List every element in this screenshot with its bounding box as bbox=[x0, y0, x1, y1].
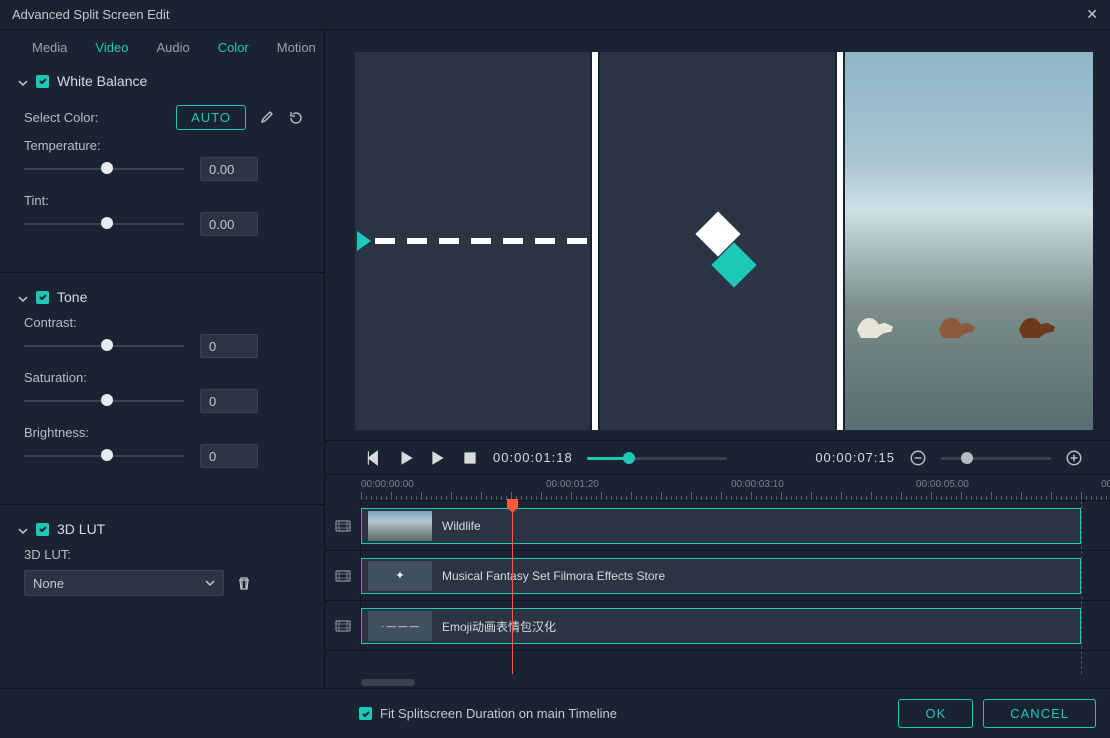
temperature-slider[interactable] bbox=[24, 161, 184, 177]
clip-label: Wildlife bbox=[442, 519, 481, 533]
brightness-label: Brightness: bbox=[24, 425, 306, 440]
checkbox-fit-duration[interactable] bbox=[359, 707, 372, 720]
contrast-input[interactable] bbox=[200, 334, 258, 358]
pane-divider[interactable] bbox=[592, 52, 598, 430]
clip-label: Emoji动画表情包汉化 bbox=[442, 618, 556, 635]
timeline-clip[interactable]: Wildlife bbox=[361, 508, 1081, 544]
ruler-label: 00:00:03:10 bbox=[731, 479, 784, 490]
play-button[interactable] bbox=[397, 449, 415, 467]
lut-field-label: 3D LUT: bbox=[24, 547, 306, 562]
select-color-label: Select Color: bbox=[24, 110, 98, 125]
chevron-down-icon bbox=[18, 524, 28, 534]
ok-button[interactable]: OK bbox=[898, 699, 973, 728]
tint-input[interactable] bbox=[200, 212, 258, 236]
lut-dropdown[interactable]: None bbox=[24, 570, 224, 596]
timeline: 00:00:00:00 00:00:01:20 00:00:03:10 00:00:0… bbox=[325, 474, 1110, 688]
ruler-label: 00:00:01:20 bbox=[546, 479, 599, 490]
zoom-out-button[interactable] bbox=[909, 449, 927, 467]
preview-pane-3 bbox=[845, 52, 1093, 430]
prev-frame-button[interactable] bbox=[365, 449, 383, 467]
track-row: · — — — Emoji动画表情包汉化 bbox=[325, 601, 1110, 651]
pane-divider[interactable] bbox=[837, 52, 843, 430]
contrast-label: Contrast: bbox=[24, 315, 306, 330]
brightness-input[interactable] bbox=[200, 444, 258, 468]
window-title: Advanced Split Screen Edit bbox=[12, 7, 170, 22]
dashed-line bbox=[375, 238, 590, 244]
divider bbox=[0, 504, 324, 505]
track-row: ✦ Musical Fantasy Set Filmora Effects Sto… bbox=[325, 551, 1110, 601]
sidebar: Media Video Audio Color Motion White Bal… bbox=[0, 30, 325, 688]
tab-media[interactable]: Media bbox=[18, 40, 81, 55]
track-row: Wildlife bbox=[325, 501, 1110, 551]
current-time: 00:00:01:18 bbox=[493, 450, 573, 465]
timeline-scrollbar[interactable] bbox=[361, 679, 415, 686]
lut-value: None bbox=[33, 576, 64, 591]
zoom-slider[interactable] bbox=[941, 451, 1051, 465]
tab-color[interactable]: Color bbox=[204, 40, 263, 55]
chevron-down-icon bbox=[18, 292, 28, 302]
timeline-clip[interactable]: · — — — Emoji动画表情包汉化 bbox=[361, 608, 1081, 644]
contrast-slider[interactable] bbox=[24, 338, 184, 354]
zoom-in-button[interactable] bbox=[1065, 449, 1083, 467]
chevron-down-icon bbox=[18, 76, 28, 86]
clip-thumbnail: ✦ bbox=[368, 561, 432, 591]
saturation-slider[interactable] bbox=[24, 393, 184, 409]
tabs: Media Video Audio Color Motion bbox=[0, 30, 324, 63]
ruler-label: 00:00:00:00 bbox=[361, 479, 414, 490]
tone-label: Tone bbox=[57, 289, 87, 305]
timeline-clip[interactable]: ✦ Musical Fantasy Set Filmora Effects Sto… bbox=[361, 558, 1081, 594]
delete-icon[interactable] bbox=[234, 573, 254, 593]
eyedropper-icon[interactable] bbox=[256, 108, 276, 128]
track-head-icon[interactable] bbox=[325, 551, 361, 600]
chevron-down-icon bbox=[205, 576, 215, 591]
clip-thumbnail bbox=[368, 511, 432, 541]
preview-pane-1 bbox=[355, 52, 590, 430]
clip-label: Musical Fantasy Set Filmora Effects Stor… bbox=[442, 569, 665, 583]
checkbox-white-balance[interactable] bbox=[36, 75, 49, 88]
lut-label: 3D LUT bbox=[57, 521, 105, 537]
reset-icon[interactable] bbox=[286, 108, 306, 128]
preview-pane-2 bbox=[600, 52, 835, 430]
preview-canvas[interactable] bbox=[325, 30, 1110, 440]
checkbox-lut[interactable] bbox=[36, 523, 49, 536]
tab-audio[interactable]: Audio bbox=[142, 40, 203, 55]
fit-duration-label: Fit Splitscreen Duration on main Timelin… bbox=[380, 706, 617, 721]
track-head-icon[interactable] bbox=[325, 601, 361, 650]
preview-area: 00:00:01:18 00:00:07:15 00:00:00:0000:00… bbox=[325, 30, 1110, 688]
next-frame-button[interactable] bbox=[429, 449, 447, 467]
ruler-label: 00:00:05:00 bbox=[916, 479, 969, 490]
stop-button[interactable] bbox=[461, 449, 479, 467]
brightness-slider[interactable] bbox=[24, 448, 184, 464]
timeline-ruler[interactable]: 00:00:00:00 00:00:01:20 00:00:03:10 00:00:0… bbox=[361, 475, 1110, 501]
progress-bar[interactable] bbox=[587, 451, 727, 465]
track-head-icon[interactable] bbox=[325, 501, 361, 550]
tint-label: Tint: bbox=[24, 193, 306, 208]
tab-video[interactable]: Video bbox=[81, 40, 142, 55]
auto-button[interactable]: AUTO bbox=[176, 105, 246, 130]
titlebar: Advanced Split Screen Edit ✕ bbox=[0, 0, 1110, 30]
arrow-icon bbox=[357, 231, 371, 251]
player-controls: 00:00:01:18 00:00:07:15 bbox=[325, 440, 1110, 474]
clip-thumbnail: · — — — bbox=[368, 611, 432, 641]
close-icon[interactable]: ✕ bbox=[1086, 6, 1098, 23]
temperature-label: Temperature: bbox=[24, 138, 306, 153]
cancel-button[interactable]: CANCEL bbox=[983, 699, 1096, 728]
saturation-input[interactable] bbox=[200, 389, 258, 413]
footer: Fit Splitscreen Duration on main Timelin… bbox=[0, 688, 1110, 738]
section-white-balance[interactable]: White Balance bbox=[18, 63, 306, 95]
section-tone[interactable]: Tone bbox=[18, 279, 306, 311]
saturation-label: Saturation: bbox=[24, 370, 306, 385]
duration-time: 00:00:07:15 bbox=[815, 450, 895, 465]
timeline-tracks: Wildlife ✦ Musical Fantasy Set Filmora Eff… bbox=[325, 501, 1110, 674]
white-balance-label: White Balance bbox=[57, 73, 147, 89]
playhead[interactable] bbox=[512, 501, 513, 674]
checkbox-tone[interactable] bbox=[36, 291, 49, 304]
ruler-label: 00:00:06:20 bbox=[1101, 479, 1110, 490]
tint-slider[interactable] bbox=[24, 216, 184, 232]
divider bbox=[0, 272, 324, 273]
section-lut[interactable]: 3D LUT bbox=[18, 511, 306, 543]
tab-motion[interactable]: Motion bbox=[263, 40, 330, 55]
temperature-input[interactable] bbox=[200, 157, 258, 181]
